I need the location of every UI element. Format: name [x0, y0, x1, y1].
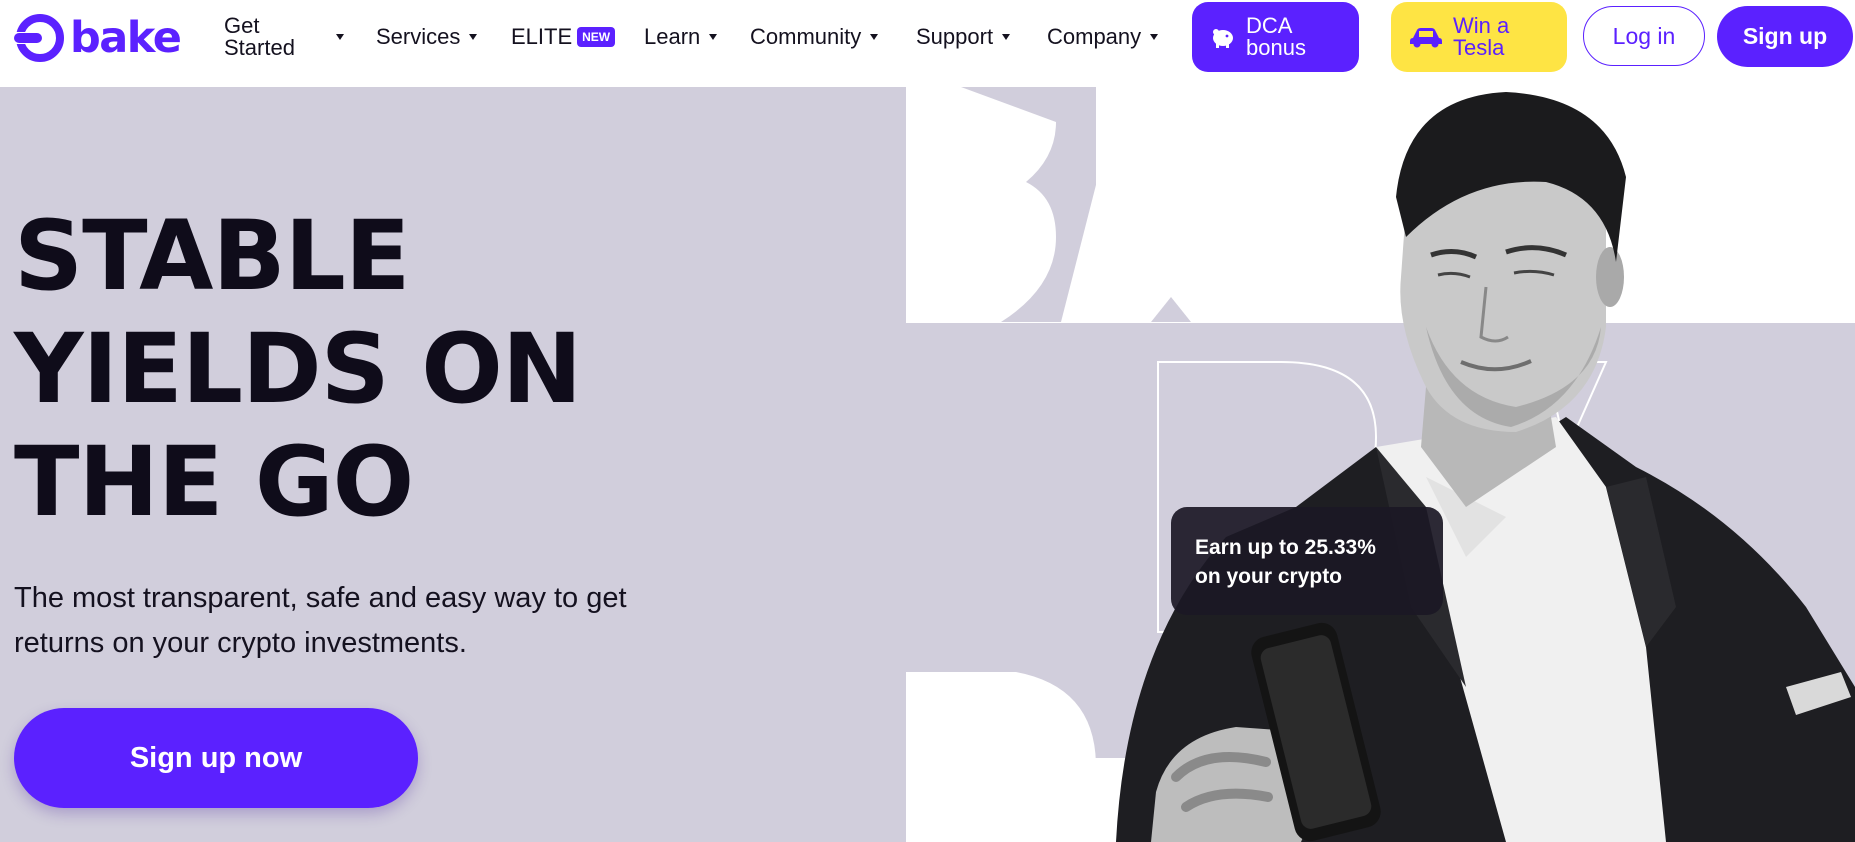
nav-company[interactable]: Company	[1047, 0, 1159, 74]
nav-learn-label: Learn	[644, 24, 701, 49]
dca-bonus-label: DCA bonus	[1246, 13, 1306, 60]
piggy-bank-icon	[1213, 29, 1233, 48]
login-button[interactable]: Log in	[1583, 6, 1705, 66]
nav-support[interactable]: Support	[916, 0, 1011, 74]
hero-illustration	[906, 87, 1855, 842]
nav-support-label: Support	[916, 24, 994, 49]
hero-title-line: YIELDS ON	[14, 313, 582, 425]
caret-down-icon	[469, 34, 478, 40]
caret-down-icon	[336, 34, 344, 40]
signup-now-button[interactable]: Sign up now	[14, 708, 418, 808]
hero-title: STABLE YIELDS ON THE GO	[14, 200, 582, 539]
caret-down-icon	[709, 34, 718, 40]
earn-rate-line: Earn up to 25.33%	[1195, 536, 1376, 559]
hero-artwork	[906, 87, 1855, 842]
earn-rate-card: Earn up to 25.33% on your crypto	[1171, 507, 1443, 615]
hero-title-line: THE GO	[14, 426, 414, 538]
bake-logo[interactable]: bake	[14, 12, 182, 64]
win-tesla-button[interactable]: Win a Tesla	[1391, 2, 1567, 72]
nav-get-started-label: Get Started	[224, 13, 295, 60]
site-header: bake Get Started Services ELITE NEW Lear…	[0, 0, 1855, 87]
caret-down-icon	[1002, 34, 1011, 40]
nav-elite-label: ELITE	[511, 24, 573, 49]
signup-button[interactable]: Sign up	[1717, 6, 1853, 67]
bake-logo-icon	[14, 14, 64, 62]
new-badge: NEW	[577, 27, 616, 47]
hero-subtitle: The most transparent, safe and easy way …	[14, 582, 627, 659]
caret-down-icon	[1150, 34, 1159, 40]
nav-elite[interactable]: ELITE NEW	[511, 0, 616, 74]
nav-company-label: Company	[1047, 24, 1142, 49]
caret-down-icon	[870, 34, 879, 40]
earn-rate-subline: on your crypto	[1195, 565, 1343, 588]
nav-learn[interactable]: Learn	[644, 0, 718, 74]
dca-bonus-button[interactable]: DCA bonus	[1192, 2, 1359, 72]
car-icon	[1410, 28, 1442, 48]
nav-get-started[interactable]: Get Started	[224, 0, 344, 74]
win-tesla-label: Win a Tesla	[1453, 13, 1510, 60]
logo-text: bake	[70, 12, 182, 63]
nav-services-label: Services	[376, 24, 461, 49]
nav-community[interactable]: Community	[750, 0, 879, 74]
nav-community-label: Community	[750, 24, 862, 49]
hero-title-line: STABLE	[14, 200, 410, 312]
nav-services[interactable]: Services	[376, 0, 478, 74]
